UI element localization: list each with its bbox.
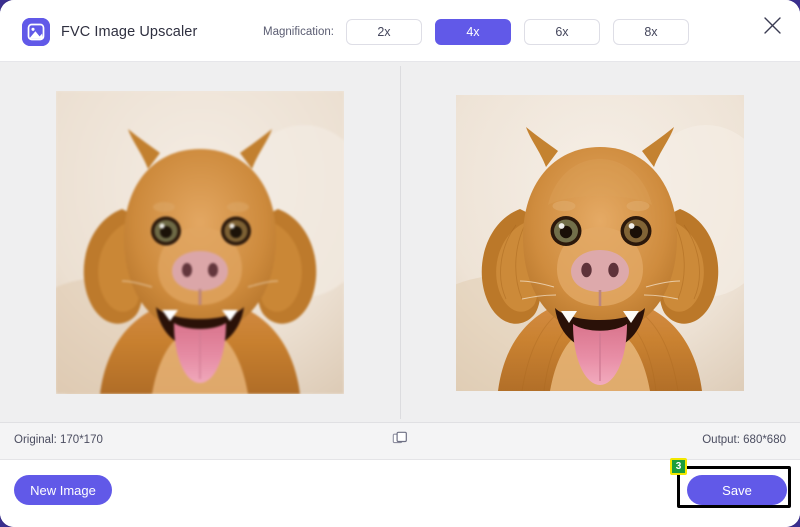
new-image-button[interactable]: New Image [14,475,112,505]
page-title: FVC Image Upscaler [61,24,197,40]
upscaler-window: FVC Image Upscaler Magnification: 2x 4x … [0,0,800,527]
magnification-8x-button[interactable]: 8x [613,19,689,45]
save-button[interactable]: Save [687,475,787,505]
magnification-6x-button[interactable]: 6x [524,19,600,45]
brand: FVC Image Upscaler [22,18,197,46]
window-header: FVC Image Upscaler Magnification: 2x 4x … [0,0,800,62]
original-size-label: Original: 170*170 [14,434,103,446]
info-bar: Original: 170*170 Output: 680*680 [0,423,800,460]
upscaled-pane [400,62,800,423]
close-icon[interactable] [755,8,789,42]
magnification-label: Magnification: [263,26,334,38]
image-photo-icon [22,18,50,46]
magnification-2x-button[interactable]: 2x [346,19,422,45]
preview-area [0,62,800,423]
original-pane [0,62,400,423]
magnification-4x-button[interactable]: 4x [435,19,511,45]
magnification-options: 2x 4x 6x 8x [346,19,689,45]
upscaled-image [456,95,744,391]
magnification-control: Magnification: 2x 4x 6x 8x [263,19,689,45]
output-size-label: Output: 680*680 [702,434,786,446]
step-badge-3: 3 [670,458,687,475]
original-image [56,91,344,394]
compare-squares-icon[interactable] [393,431,408,451]
